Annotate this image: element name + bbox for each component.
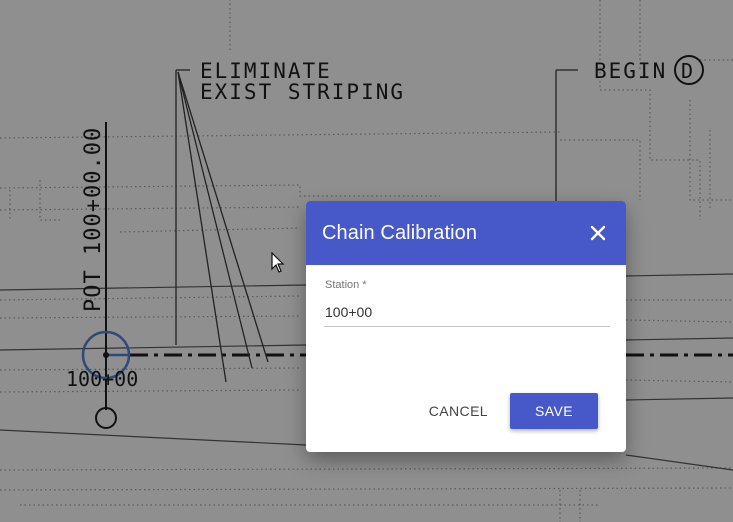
cancel-button[interactable]: CANCEL xyxy=(429,395,488,427)
save-button[interactable]: SAVE xyxy=(510,393,598,429)
close-icon xyxy=(590,225,606,241)
chain-calibration-dialog: Chain Calibration Station * CANCEL SAVE xyxy=(306,201,626,452)
dialog-title: Chain Calibration xyxy=(322,221,478,244)
station-marker-dot xyxy=(103,352,109,358)
begin-callout-letter: D xyxy=(681,59,693,83)
station-input[interactable] xyxy=(324,299,610,327)
dialog-actions: CANCEL SAVE xyxy=(429,393,598,429)
dialog-body: Station * xyxy=(306,265,626,327)
close-button[interactable] xyxy=(586,221,610,245)
station-field-label: Station * xyxy=(325,279,367,291)
dialog-header: Chain Calibration xyxy=(306,201,626,265)
drawing-label-station: 100+00 xyxy=(66,367,138,391)
drawing-label-begin: BEGIN xyxy=(594,59,667,83)
drawing-label-pot: POT 100+00.00 xyxy=(81,127,106,312)
drawing-label-exist-striping: EXIST STRIPING xyxy=(200,80,405,104)
mouse-cursor-icon xyxy=(271,252,285,273)
